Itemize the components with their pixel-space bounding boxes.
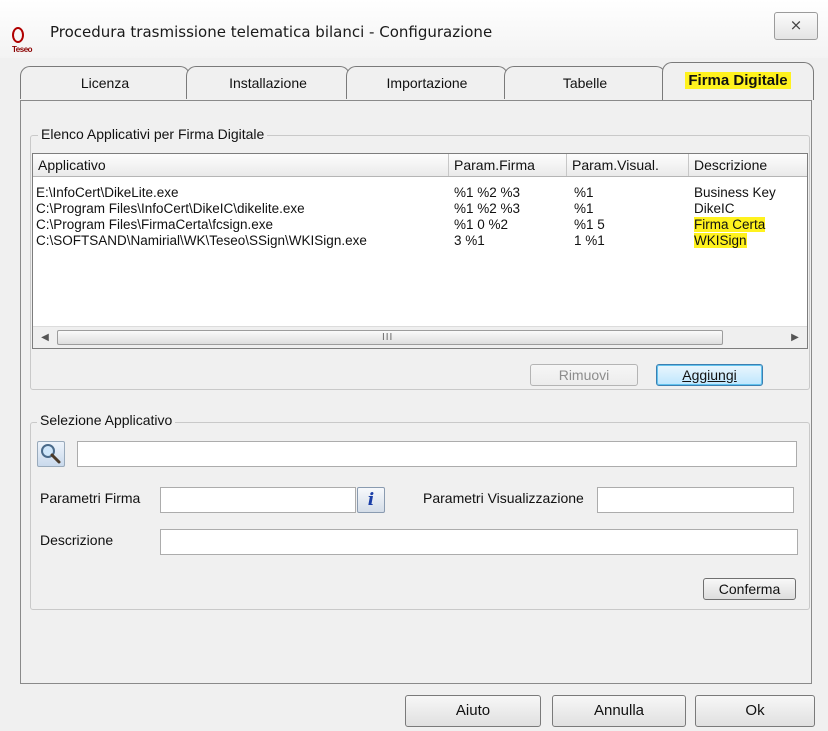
tab-label: Importazione <box>386 75 468 91</box>
cell-descrizione: DikeIC <box>694 201 735 216</box>
tab-licenza[interactable]: Licenza <box>20 66 190 99</box>
remove-button[interactable]: Rimuovi <box>530 364 638 386</box>
scroll-right-icon[interactable]: ▶ <box>787 330 803 346</box>
cell-param-firma: %1 0 %2 <box>454 217 509 232</box>
search-icon[interactable] <box>37 441 65 467</box>
cell-param-visual: %1 <box>574 201 594 216</box>
param-visual-label: Parametri Visualizzazione <box>423 490 584 506</box>
param-firma-label: Parametri Firma <box>40 490 141 506</box>
tab-label: Licenza <box>80 75 130 91</box>
cell-param-visual: 1 %1 <box>574 233 605 248</box>
app-list-group-title: Elenco Applicativi per Firma Digitale <box>38 126 268 142</box>
table-row[interactable]: C:\SOFTSAND\Namirial\WK\Teseo\SSign\WKIS… <box>33 233 807 248</box>
title-bar: Teseo Procedura trasmissione telematica … <box>0 0 828 58</box>
cell-applicativo: C:\Program Files\FirmaCerta\fcsign.exe <box>36 217 274 232</box>
tab-installazione[interactable]: Installazione <box>186 66 350 99</box>
add-button-label: Aggiungi <box>682 367 737 383</box>
tab-firma-digitale[interactable]: Firma Digitale <box>662 62 814 100</box>
scroll-left-icon[interactable]: ◀ <box>37 330 53 346</box>
column-applicativo[interactable]: Applicativo <box>33 154 449 176</box>
close-icon[interactable]: ⨯ <box>774 12 818 40</box>
param-visual-input[interactable] <box>597 487 794 513</box>
column-param-firma[interactable]: Param.Firma <box>449 154 567 176</box>
table-row[interactable]: C:\Program Files\InfoCert\DikeIC\dikelit… <box>33 201 807 216</box>
help-button[interactable]: Aiuto <box>405 695 541 727</box>
tab-label: Tabelle <box>562 75 608 91</box>
cell-descrizione: WKISign <box>694 233 747 248</box>
tab-label: Installazione <box>229 75 307 91</box>
add-button[interactable]: Aggiungi <box>656 364 763 386</box>
horizontal-scrollbar[interactable]: ◀ III ▶ <box>33 326 807 348</box>
info-icon[interactable]: i <box>357 487 385 513</box>
cell-param-firma: 3 %1 <box>454 233 485 248</box>
param-firma-input[interactable] <box>160 487 356 513</box>
table-row[interactable]: E:\InfoCert\DikeLite.exe %1 %2 %3 %1 Bus… <box>33 185 807 200</box>
app-listview[interactable]: Applicativo Param.Firma Param.Visual. De… <box>32 153 808 349</box>
tab-tabelle[interactable]: Tabelle <box>504 66 666 99</box>
cell-param-firma: %1 %2 %3 <box>454 201 521 216</box>
magnifier-icon <box>41 444 61 464</box>
cell-param-visual: %1 <box>574 185 594 200</box>
confirm-button[interactable]: Conferma <box>703 578 796 600</box>
descrizione-label: Descrizione <box>40 532 114 548</box>
window-title: Procedura trasmissione telematica bilanc… <box>50 23 493 41</box>
tab-strip: Licenza Installazione Importazione Tabel… <box>20 62 814 102</box>
cell-descrizione: Business Key <box>694 185 776 200</box>
scroll-grip: III <box>382 332 394 343</box>
cancel-button[interactable]: Annulla <box>552 695 686 727</box>
scroll-thumb[interactable]: III <box>57 330 723 345</box>
table-row[interactable]: C:\Program Files\FirmaCerta\fcsign.exe %… <box>33 217 807 232</box>
cell-applicativo: C:\Program Files\InfoCert\DikeIC\dikelit… <box>36 201 305 216</box>
selection-group-title: Selezione Applicativo <box>37 412 176 428</box>
cell-param-visual: %1 5 <box>574 217 605 232</box>
cell-applicativo: C:\SOFTSAND\Namirial\WK\Teseo\SSign\WKIS… <box>36 233 367 248</box>
tab-label: Firma Digitale <box>685 72 791 89</box>
app-logo-text: Teseo <box>12 45 33 54</box>
column-descrizione[interactable]: Descrizione <box>689 154 807 176</box>
cell-applicativo: E:\InfoCert\DikeLite.exe <box>36 185 179 200</box>
ok-button[interactable]: Ok <box>695 695 815 727</box>
path-input[interactable] <box>77 441 797 467</box>
app-logo-icon: Teseo <box>12 27 36 54</box>
tab-importazione[interactable]: Importazione <box>346 66 508 99</box>
cell-param-firma: %1 %2 %3 <box>454 185 521 200</box>
listview-header: Applicativo Param.Firma Param.Visual. De… <box>33 154 807 177</box>
column-param-visual[interactable]: Param.Visual. <box>567 154 689 176</box>
descrizione-input[interactable] <box>160 529 798 555</box>
cell-descrizione: Firma Certa <box>694 217 766 232</box>
